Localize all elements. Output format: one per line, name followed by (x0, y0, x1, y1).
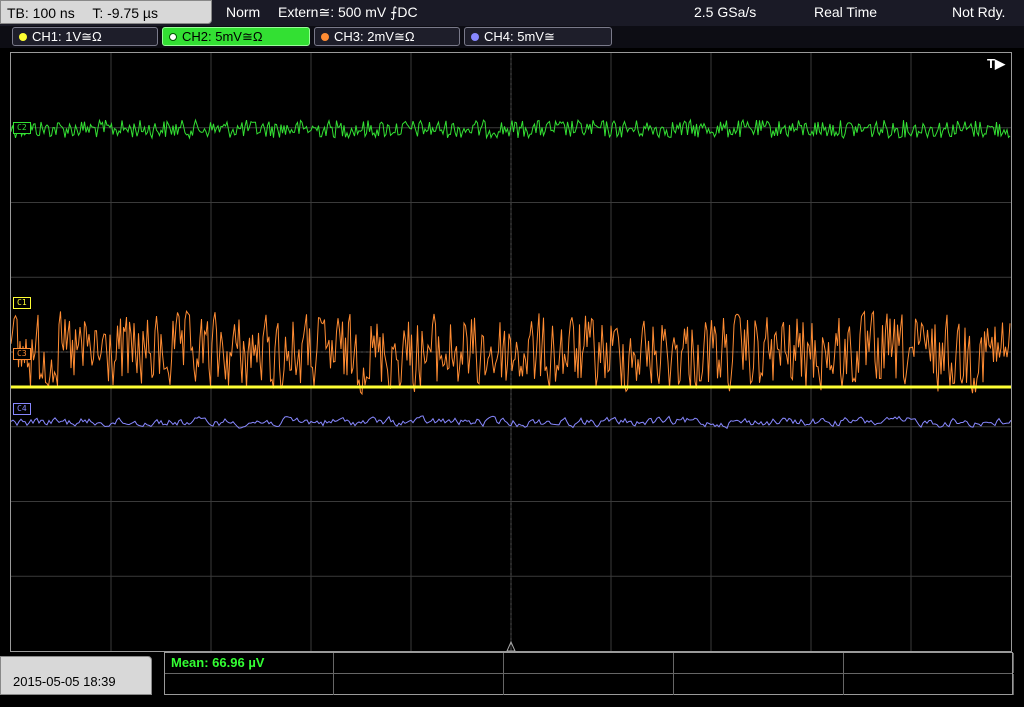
measurement-cell (334, 653, 504, 673)
channel-4-dot-icon (471, 33, 479, 41)
channel-3-label: CH3: 2mV≅Ω (334, 29, 415, 44)
measurement-row (165, 674, 1014, 695)
measurement-cell (504, 674, 674, 695)
channel-3-marker[interactable]: C3 (13, 348, 31, 360)
channel-4-label: CH4: 5mV≅ (484, 29, 555, 44)
channel-3-dot-icon (321, 33, 329, 41)
measurement-cell (504, 653, 674, 673)
trigger-position-marker[interactable]: T▶ (987, 56, 1005, 72)
channel-2-dot-icon (169, 33, 177, 41)
measurement-cell (844, 674, 1014, 695)
channel-4-marker[interactable]: C4 (13, 403, 31, 415)
trigger-source[interactable]: Extern≅: 500 mV ⨍DC (278, 0, 418, 24)
channel-1-label: CH1: 1V≅Ω (32, 29, 102, 44)
channel-4-button[interactable]: CH4: 5mV≅ (464, 27, 612, 46)
date-time: 2015-05-05 18:39 (0, 656, 152, 695)
channel-2-button[interactable]: CH2: 5mV≅Ω (162, 27, 310, 46)
timebase-box[interactable]: TB: 100 ns T: -9.75 µs (0, 0, 212, 24)
measurement-cell (674, 653, 844, 673)
measurement-cell (334, 674, 504, 695)
trigger-mode[interactable]: Norm (226, 0, 260, 24)
channel-2-marker[interactable]: C2 (13, 122, 31, 134)
bottom-panel: 2015-05-05 18:39 Mean: 66.96 µV (0, 652, 1024, 695)
channel-1-marker[interactable]: C1 (13, 297, 31, 309)
mean-value: Mean: 66.96 µV (171, 655, 265, 670)
sample-rate: 2.5 GSa/s (694, 4, 757, 20)
measurement-table: Mean: 66.96 µV (164, 652, 1014, 695)
channel-2-label: CH2: 5mV≅Ω (182, 29, 263, 44)
channel-1-button[interactable]: CH1: 1V≅Ω (12, 27, 158, 46)
acquisition-status: Not Rdy. (952, 4, 1006, 20)
measurement-row: Mean: 66.96 µV (165, 653, 1014, 674)
trigger-time-value: T: -9.75 µs (92, 5, 158, 21)
measurement-cell[interactable]: Mean: 66.96 µV (165, 653, 334, 673)
waveform-canvas (11, 53, 1011, 651)
timebase-value: TB: 100 ns (7, 5, 75, 21)
channel-1-dot-icon (19, 33, 27, 41)
channel-3-button[interactable]: CH3: 2mV≅Ω (314, 27, 460, 46)
measurement-cell (165, 674, 334, 695)
measurement-cell (844, 653, 1014, 673)
channel-bar: CH1: 1V≅Ω CH2: 5mV≅Ω CH3: 2mV≅Ω CH4: 5mV… (0, 26, 1024, 48)
top-toolbar: TB: 100 ns T: -9.75 µs Norm Extern≅: 500… (0, 0, 1024, 26)
waveform-display[interactable]: T▶ C2 C1 C3 C4 (10, 52, 1012, 652)
measurement-cell (674, 674, 844, 695)
acquisition-mode: Real Time (814, 4, 878, 20)
